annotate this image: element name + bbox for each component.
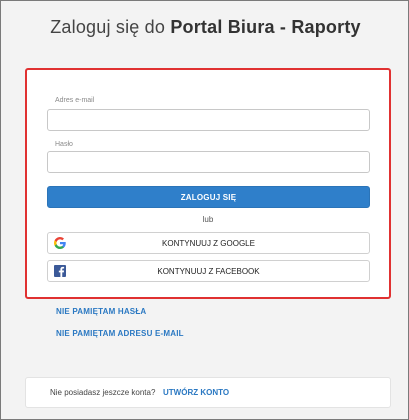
title-prefix: Zaloguj się do [50, 17, 166, 37]
google-login-button[interactable]: KONTYNUUJ Z GOOGLE [47, 232, 370, 254]
page-title: Zaloguj się do Portal Biura - Raporty [1, 17, 409, 38]
signup-prompt: Nie posiadasz jeszcze konta? [50, 388, 156, 397]
email-field[interactable] [47, 109, 370, 131]
google-icon [54, 237, 66, 249]
title-app-name: Portal Biura - Raporty [170, 17, 361, 37]
facebook-login-button[interactable]: KONTYNUUJ Z FACEBOOK [47, 260, 370, 282]
forgot-email-link[interactable]: NIE PAMIĘTAM ADRESU E-MAIL [56, 329, 184, 338]
password-label: Hasło [55, 141, 73, 148]
password-field[interactable] [47, 151, 370, 173]
google-button-label: KONTYNUUJ Z GOOGLE [162, 238, 255, 248]
signup-panel: Nie posiadasz jeszcze konta? UTWÓRZ KONT… [25, 377, 391, 408]
or-divider-text: lub [202, 215, 214, 224]
page-frame: Zaloguj się do Portal Biura - Raporty Ad… [0, 0, 409, 420]
facebook-icon [54, 265, 66, 277]
login-card: Adres e-mail Hasło ZALOGUJ SIĘ lub KONTY… [25, 68, 391, 299]
email-label: Adres e-mail [55, 97, 95, 104]
login-button-label: ZALOGUJ SIĘ [180, 192, 237, 202]
facebook-button-label: KONTYNUUJ Z FACEBOOK [157, 266, 260, 276]
forgot-password-link[interactable]: NIE PAMIĘTAM HASŁA [56, 307, 146, 316]
login-button[interactable]: ZALOGUJ SIĘ [47, 186, 370, 208]
create-account-link[interactable]: UTWÓRZ KONTO [163, 388, 229, 397]
